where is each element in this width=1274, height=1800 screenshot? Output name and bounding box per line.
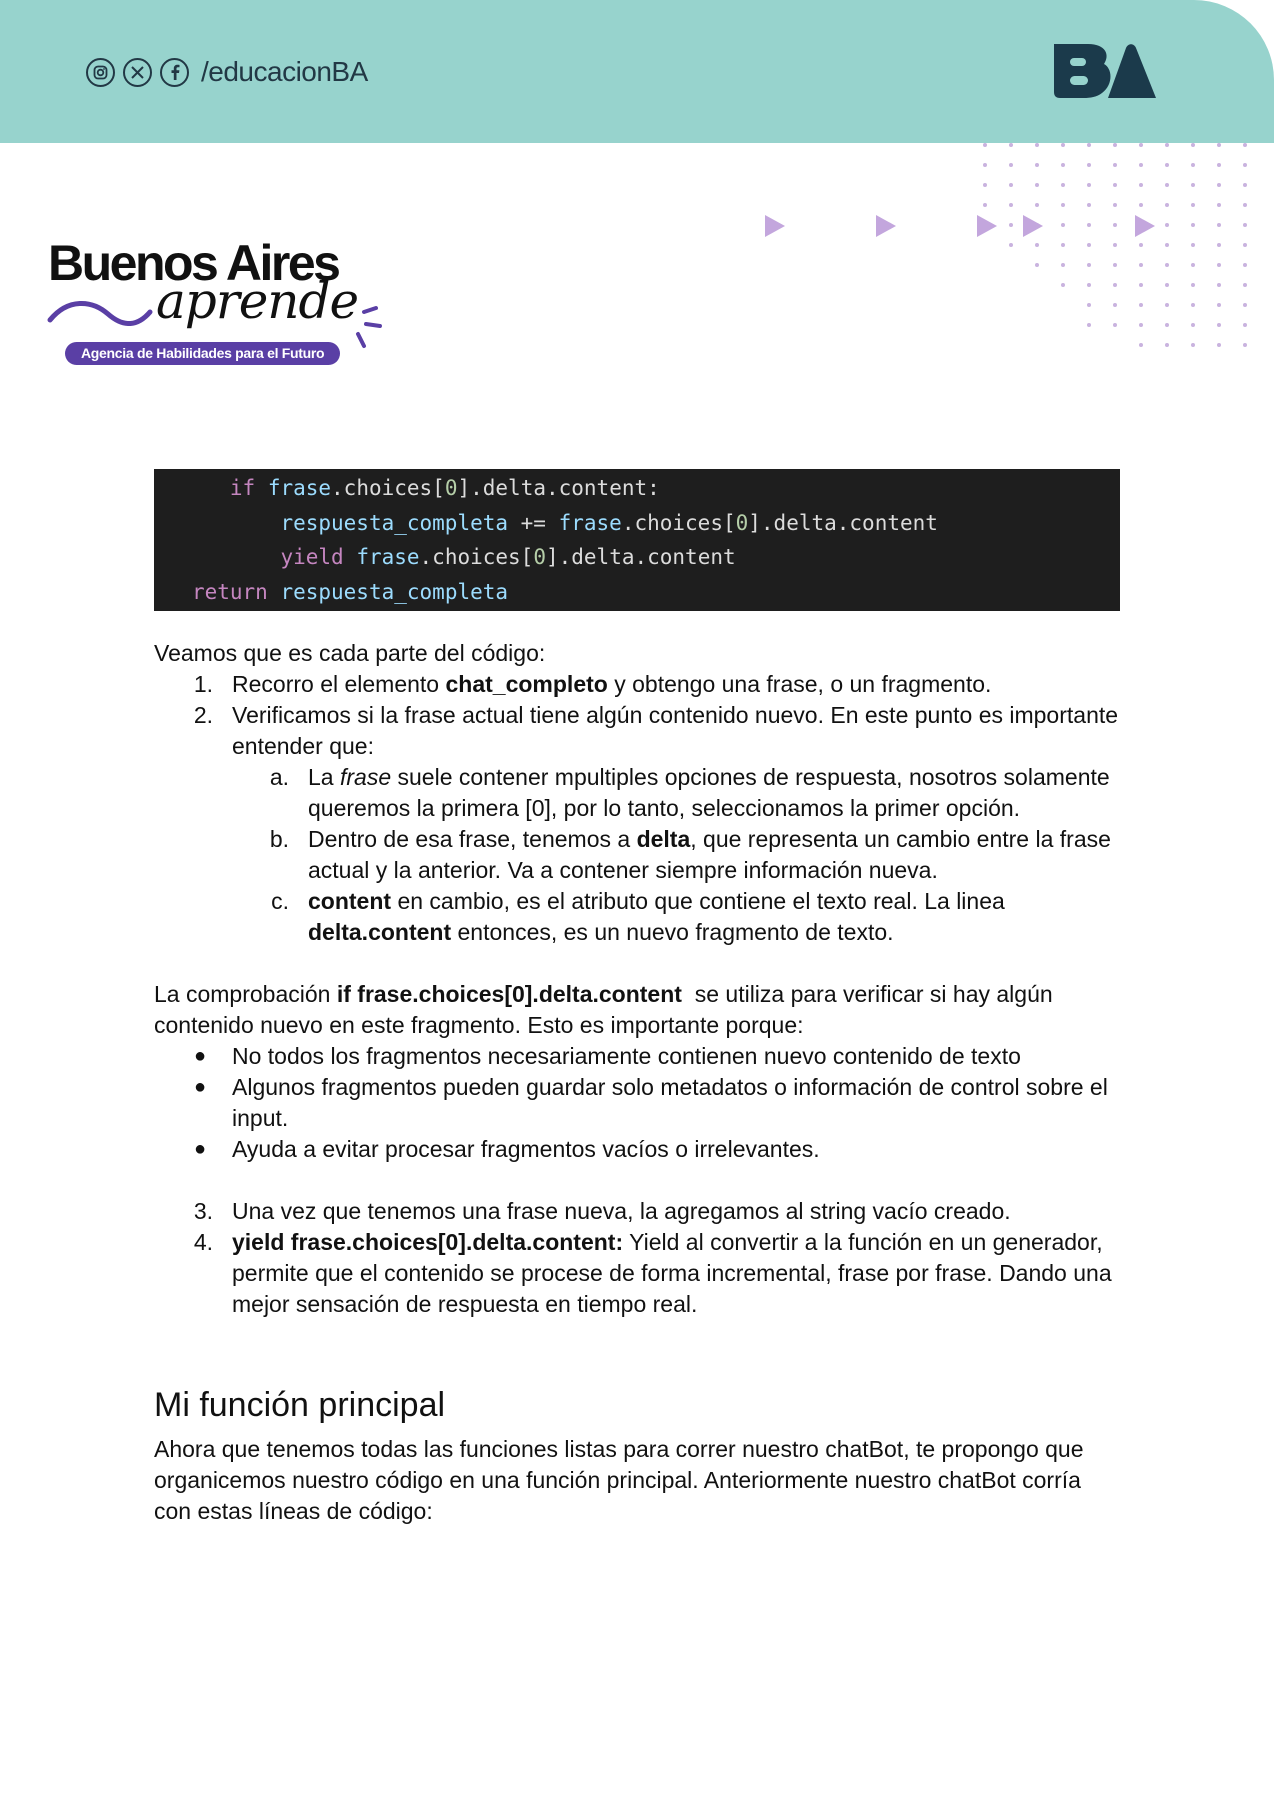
ba-logo [1054,44,1156,98]
brand-tagline: Agencia de Habilidades para el Futuro [65,342,341,365]
document-body: Veamos que es cada parte del código: 1. … [154,638,1120,1527]
code-line: return respuesta_completa [191,579,509,604]
header-band: /educacionBA [0,0,1274,143]
list-item: 3. Una vez que tenemos una frase nueva, … [193,1198,1011,1224]
closing-paragraph: Ahora que tenemos todas las funciones li… [154,1436,1084,1524]
brand-script: aprende [156,272,359,330]
bullet-marker: ● [194,1076,207,1098]
bullet-marker: ● [194,1045,207,1067]
code-line: respuesta_completa += frase.choices[0].d… [280,510,938,535]
facebook-icon[interactable] [160,57,189,87]
list-item: 1. Recorro el elemento chat_completo y o… [193,671,992,697]
bullet-item: ● No todos los fragmentos necesariamente… [154,1041,1120,1072]
list-item: 2. Verificamos si la frase actual tiene … [193,702,1119,759]
instagram-icon[interactable] [86,57,115,87]
social-handle[interactable]: /educacionBA [201,56,368,88]
buenos-aires-aprende-logo: Buenos Aires aprende Agencia de Habilida… [46,238,386,368]
section-heading: Mi función principal [154,1386,446,1424]
bullet-item: ● Ayuda a evitar procesar fragmentos vac… [154,1134,1120,1165]
decorative-dot-pattern [765,143,1247,347]
bullet-marker: ● [194,1138,207,1160]
sub-list-item: b. Dentro de esa frase, tenemos a delta,… [269,826,1111,883]
code-block: if frase.choices[0].delta.content: respu… [154,469,1120,611]
intro-paragraph: Veamos que es cada parte del código: [154,640,546,666]
code-line: if frase.choices[0].delta.content: [229,476,660,500]
sub-list-item: a. La frase suele contener mpultiples op… [269,764,1110,821]
bullet-item: ● Algunos fragmentos pueden guardar solo… [194,1074,1108,1131]
social-links: /educacionBA [86,54,368,90]
x-icon[interactable] [123,57,152,87]
sub-list-item: c. content en cambio, es el atributo que… [271,888,1005,945]
list-item: 4. yield frase.choices[0].delta.content:… [193,1229,1112,1317]
code-line: yield frase.choices[0].delta.content [280,545,736,569]
check-paragraph: La comprobación if frase.choices[0].delt… [154,981,1060,1038]
